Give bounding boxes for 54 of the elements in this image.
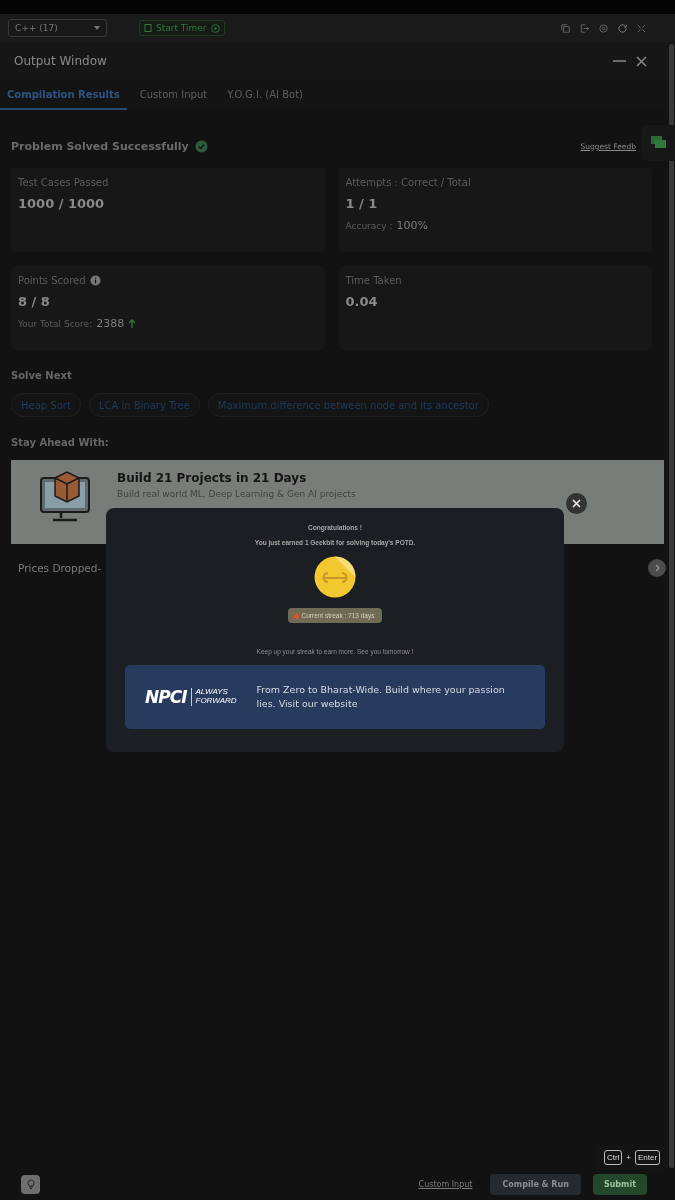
ad-text: From Zero to Bharat-Wide. Build where your passion lies. Visit our website — [256, 683, 506, 711]
stat-sub-label: Your Total Score: — [18, 318, 93, 329]
stat-label: Time Taken — [345, 275, 402, 286]
stat-sub-value: 100% — [396, 219, 428, 232]
start-timer-button[interactable]: Start Timer — [139, 20, 225, 36]
chevron-right-icon — [653, 564, 661, 572]
tab[interactable]: Compilation Results — [0, 80, 127, 110]
copy-icon[interactable] — [560, 22, 571, 34]
play-icon — [210, 23, 220, 33]
minimize-icon[interactable] — [613, 59, 626, 63]
submit-button[interactable]: Submit — [592, 1173, 647, 1195]
caret-icon — [94, 26, 100, 30]
key-cap: Ctrl — [603, 1150, 623, 1165]
logo-tagline: FORWARD — [195, 697, 237, 706]
lightbulb-button[interactable] — [21, 1174, 40, 1194]
stat-label: Points Scored — [18, 275, 86, 286]
stat-value: 8 / 8 — [18, 294, 51, 309]
promo-text: Prices Dropped- — [18, 562, 102, 574]
stat-value: 0.04 — [345, 294, 379, 309]
custom-input-link[interactable]: Custom Input — [418, 1179, 473, 1189]
chat-button[interactable] — [642, 125, 675, 161]
close-icon — [572, 499, 581, 508]
settings-icon[interactable] — [598, 22, 609, 34]
status-text: Problem Solved Successfully — [11, 139, 189, 153]
window-title: Output Window — [14, 54, 107, 68]
refresh-icon[interactable] — [617, 22, 628, 34]
section-heading: Stay Ahead With: — [11, 437, 110, 448]
expand-icon[interactable] — [636, 22, 647, 34]
key-cap: Enter — [635, 1150, 661, 1165]
stat-label: Test Cases Passed — [18, 177, 109, 188]
banner-title: Build 21 Projects in 21 Days — [117, 471, 308, 485]
exit-icon[interactable] — [579, 22, 590, 34]
next-button[interactable] — [648, 559, 666, 577]
check-circle-icon — [194, 139, 208, 153]
compile-run-button[interactable]: Compile & Run — [490, 1173, 581, 1195]
tab[interactable]: Y.O.G.I. (AI Bot) — [220, 80, 310, 110]
tab[interactable]: Custom Input — [132, 80, 215, 110]
stat-label: Attempts : Correct / Total — [345, 177, 471, 188]
stat-value: 1 / 1 — [345, 196, 379, 211]
plus-sign: + — [626, 1153, 631, 1162]
logo-tagline: ALWAYS — [195, 688, 229, 697]
lightbulb-icon — [24, 1178, 37, 1190]
monitor-box-icon — [39, 470, 91, 524]
logo-text: NPCI — [145, 687, 187, 707]
section-heading: Solve Next — [11, 370, 73, 381]
stat-sub-value: 2388 — [96, 317, 125, 330]
close-icon[interactable] — [636, 55, 647, 67]
language-dropdown[interactable]: C++ (17) — [8, 19, 107, 37]
chat-icon — [650, 136, 667, 150]
ad-banner[interactable]: NPCI ALWAYS FORWARD From Zero to Bharat-Wide. Build where your passion lies. Visit our website — [125, 665, 545, 729]
stat-sub-label: Accuracy : — [345, 220, 393, 231]
coin-icon — [314, 556, 356, 598]
stat-value: 1000 / 1000 — [18, 196, 106, 211]
info-icon[interactable] — [89, 275, 101, 286]
